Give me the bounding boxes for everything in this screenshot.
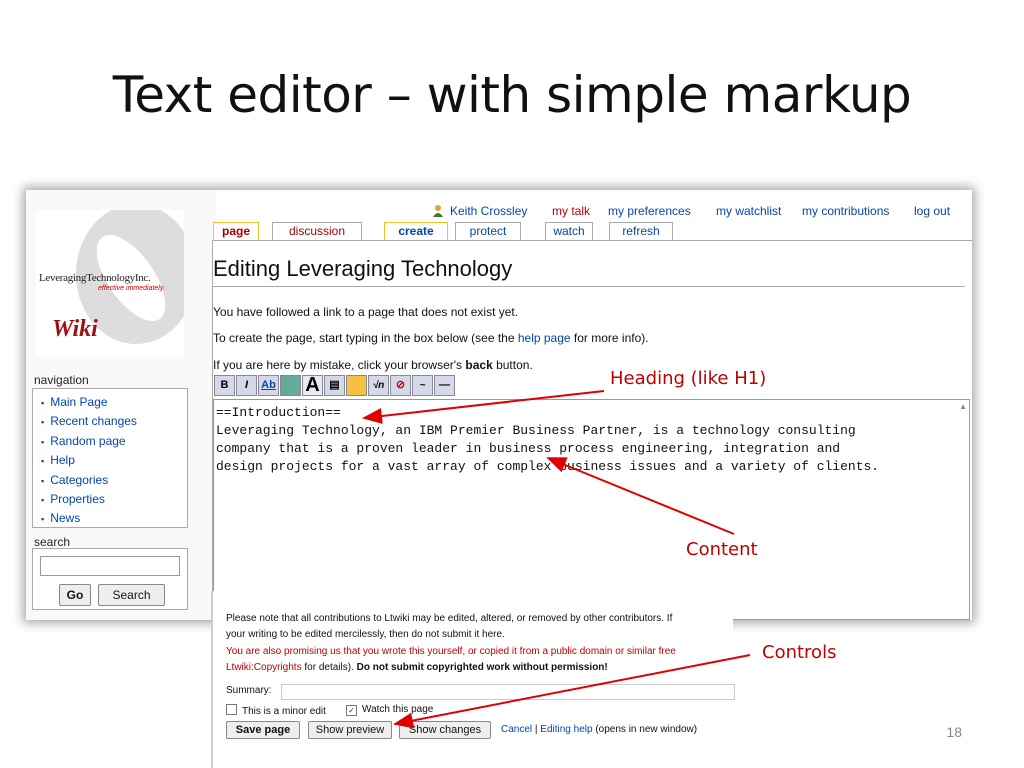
wiki-screenshot: LeveragingTechnologyInc. effective immed… bbox=[26, 190, 972, 620]
my-watchlist-link[interactable]: my watchlist bbox=[716, 204, 781, 218]
page-number: 18 bbox=[946, 724, 962, 740]
media-icon[interactable] bbox=[346, 375, 367, 396]
log-out-link[interactable]: log out bbox=[914, 204, 950, 218]
show-preview-button[interactable]: Show preview bbox=[308, 721, 392, 739]
nav-item-help[interactable]: Help bbox=[41, 451, 187, 470]
search-input[interactable] bbox=[40, 556, 180, 576]
tab-refresh[interactable]: refresh bbox=[609, 222, 673, 241]
user-link[interactable]: Keith Crossley bbox=[450, 204, 527, 218]
tab-protect[interactable]: protect bbox=[455, 222, 521, 241]
logo-wiki: Wiki bbox=[52, 316, 98, 342]
tab-create[interactable]: create bbox=[384, 222, 448, 241]
search-heading: search bbox=[34, 535, 71, 549]
nowiki-icon[interactable]: ⊘ bbox=[390, 375, 411, 396]
nav-item-main-page[interactable]: Main Page bbox=[41, 393, 187, 412]
nav-item-news[interactable]: News bbox=[41, 509, 187, 528]
show-changes-button[interactable]: Show changes bbox=[399, 721, 491, 739]
cancel-row: Cancel | Editing help (opens in new wind… bbox=[501, 724, 698, 735]
callout-controls: Controls bbox=[762, 642, 837, 663]
math-icon[interactable]: √n bbox=[368, 375, 389, 396]
slide-title: Text editor – with simple markup bbox=[112, 66, 912, 124]
logo-company: LeveragingTechnologyInc. bbox=[39, 272, 151, 284]
message-line-2: To create the page, start typing in the … bbox=[213, 331, 649, 345]
watch-page-row: ✓ Watch this page bbox=[346, 704, 433, 716]
help-page-link[interactable]: help page bbox=[518, 331, 571, 345]
nav-item-random-page[interactable]: Random page bbox=[41, 432, 187, 451]
sidebar: LeveragingTechnologyInc. effective immed… bbox=[26, 190, 216, 620]
cancel-link[interactable]: Cancel bbox=[501, 724, 532, 735]
scroll-up-icon[interactable]: ▲ bbox=[959, 402, 967, 411]
page-heading: Editing Leveraging Technology bbox=[213, 256, 513, 281]
note-line-3: You are also promising us that you wrote… bbox=[226, 646, 676, 657]
editing-help-link[interactable]: Editing help bbox=[540, 724, 592, 735]
nav-item-recent-changes[interactable]: Recent changes bbox=[41, 412, 187, 431]
note-line-4: Ltwiki:Copyrights for details). Do not s… bbox=[226, 662, 608, 673]
content-area: Editing Leveraging Technology You have f… bbox=[212, 241, 972, 620]
external-link-icon[interactable] bbox=[280, 375, 301, 396]
edit-textarea[interactable]: ==Introduction== Leveraging Technology, … bbox=[213, 399, 970, 620]
watch-page-checkbox[interactable]: ✓ bbox=[346, 705, 357, 716]
signature-icon[interactable]: ~ bbox=[412, 375, 433, 396]
tab-discussion[interactable]: discussion bbox=[272, 222, 362, 241]
callout-heading: Heading (like H1) bbox=[610, 368, 767, 389]
horizontal-rule-icon[interactable]: — bbox=[434, 375, 455, 396]
note-line-2: your writing to be edited mercilessly, t… bbox=[226, 629, 505, 640]
image-icon[interactable]: ▤ bbox=[324, 375, 345, 396]
minor-edit-row: This is a minor edit bbox=[226, 704, 326, 717]
nav-item-properties[interactable]: Properties bbox=[41, 490, 187, 509]
controls-panel: Please note that all contributions to Lt… bbox=[211, 591, 735, 768]
user-icon bbox=[433, 205, 443, 217]
save-page-button[interactable]: Save page bbox=[226, 721, 300, 739]
summary-input[interactable] bbox=[281, 684, 735, 700]
my-contributions-link[interactable]: my contributions bbox=[802, 204, 889, 218]
summary-label: Summary: bbox=[226, 685, 272, 696]
my-talk-link[interactable]: my talk bbox=[552, 204, 590, 218]
go-button[interactable]: Go bbox=[59, 584, 91, 606]
navigation-heading: navigation bbox=[34, 373, 89, 387]
italic-button[interactable]: I bbox=[236, 375, 257, 396]
editor-text: ==Introduction== Leveraging Technology, … bbox=[216, 405, 880, 474]
search-box: Go Search bbox=[32, 548, 188, 610]
logo-tagline: effective immediately. bbox=[98, 285, 165, 292]
nav-item-categories[interactable]: Categories bbox=[41, 471, 187, 490]
note-line-1: Please note that all contributions to Lt… bbox=[226, 613, 673, 624]
tab-page[interactable]: page bbox=[213, 222, 259, 241]
internal-link-button[interactable]: Ab bbox=[258, 375, 279, 396]
logo[interactable]: LeveragingTechnologyInc. effective immed… bbox=[36, 210, 184, 356]
bold-button[interactable]: B bbox=[214, 375, 235, 396]
heading-rule bbox=[213, 286, 965, 287]
minor-edit-checkbox[interactable] bbox=[226, 704, 237, 715]
headline-button[interactable]: A bbox=[302, 375, 323, 396]
search-button[interactable]: Search bbox=[98, 584, 165, 606]
message-line-3: If you are here by mistake, click your b… bbox=[213, 358, 533, 372]
message-line-1: You have followed a link to a page that … bbox=[213, 305, 519, 319]
tab-watch[interactable]: watch bbox=[545, 222, 593, 241]
copyrights-link[interactable]: Ltwiki:Copyrights bbox=[226, 662, 302, 673]
my-preferences-link[interactable]: my preferences bbox=[608, 204, 691, 218]
navigation-box: Main Page Recent changes Random page Hel… bbox=[32, 388, 188, 528]
callout-content: Content bbox=[686, 539, 758, 560]
